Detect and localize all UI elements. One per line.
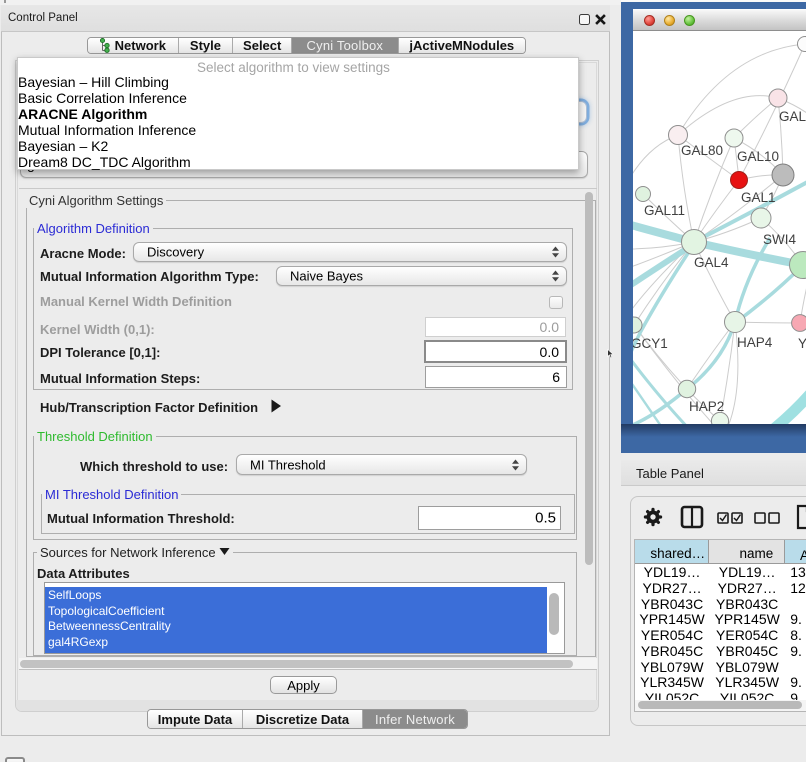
svg-text:GAL80: GAL80 <box>681 143 723 158</box>
svg-text:Y: Y <box>798 336 806 351</box>
svg-text:GAL10: GAL10 <box>737 149 779 164</box>
svg-text:GCY1: GCY1 <box>633 336 668 351</box>
svg-text:GAL4: GAL4 <box>694 255 729 270</box>
svg-text:GAL11: GAL11 <box>644 203 685 218</box>
svg-text:HAP2: HAP2 <box>689 399 724 414</box>
svg-text:HAP4: HAP4 <box>737 335 773 350</box>
svg-text:GAL1: GAL1 <box>741 190 776 205</box>
svg-text:SWI4: SWI4 <box>763 232 796 247</box>
svg-text:GAL7: GAL7 <box>779 109 806 124</box>
